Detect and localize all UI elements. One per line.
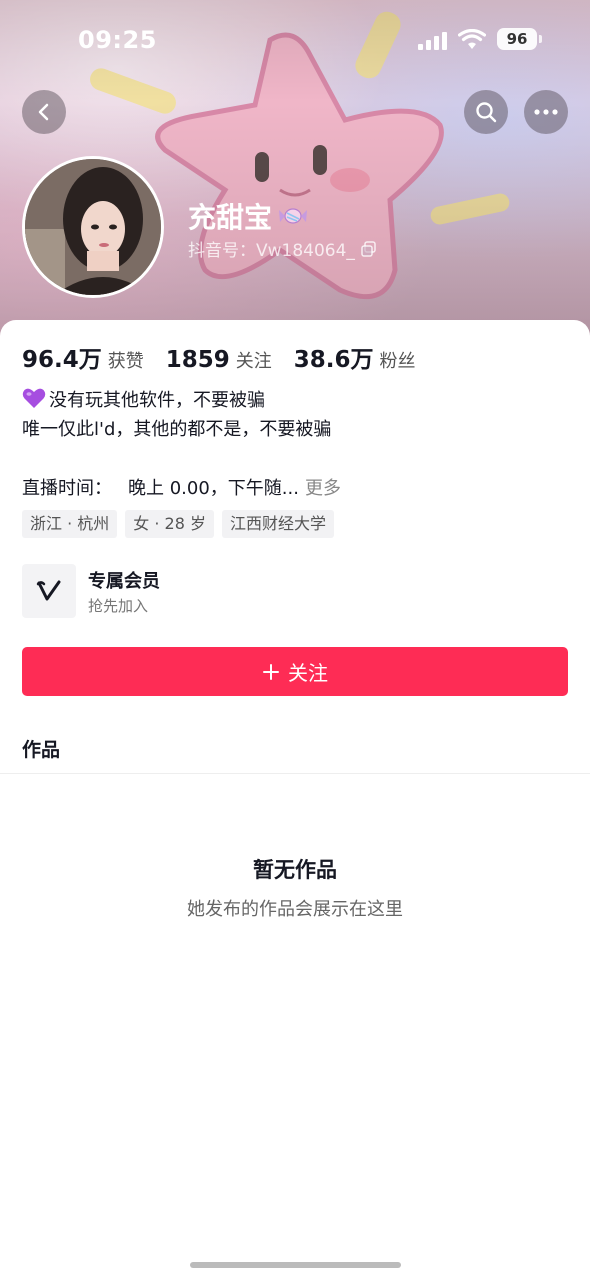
cellular-signal-icon: [418, 32, 447, 50]
profile-card: 96.4万 获赞 1859 关注 38.6万 粉丝 没有玩其他软件，不要被骗 唯…: [0, 320, 590, 1280]
status-time: 09:25: [78, 26, 157, 54]
profile-bio: 没有玩其他软件，不要被骗 唯一仅此l'd，其他的都不是，不要被骗: [22, 386, 331, 444]
more-options-button[interactable]: [524, 90, 568, 134]
exclusive-member-entry[interactable]: 专属会员 抢先加入: [22, 564, 562, 620]
follow-button[interactable]: 关注: [22, 647, 568, 696]
member-title: 专属会员: [88, 571, 160, 592]
chevron-left-icon: [38, 103, 49, 121]
search-button[interactable]: [464, 90, 508, 134]
member-v-icon: [22, 564, 76, 618]
status-bar: 09:25 96: [0, 22, 590, 58]
profile-name-text: 充甜宝: [188, 201, 273, 234]
profile-name: 充甜宝: [188, 196, 308, 236]
stat-value: 96.4万: [22, 347, 102, 373]
stat-following[interactable]: 1859 关注: [166, 347, 272, 373]
stat-followers[interactable]: 38.6万 粉丝: [294, 340, 416, 374]
live-schedule-value: 晚上 0.00，下午随...: [128, 478, 299, 499]
avatar-image: [25, 159, 161, 295]
expand-more-link[interactable]: 更多: [305, 478, 341, 499]
empty-state-title: 暂无作品: [253, 858, 337, 882]
bio-line-2: 唯一仅此l'd，其他的都不是，不要被骗: [22, 419, 332, 440]
stat-label: 关注: [235, 351, 272, 372]
more-dots-icon: [534, 109, 558, 115]
profile-tags: 浙江 · 杭州 女 · 28 岁 江西财经大学: [22, 510, 334, 538]
empty-state-subtitle: 她发布的作品会展示在这里: [187, 899, 403, 920]
live-schedule-label: 直播时间：: [22, 478, 112, 499]
avatar[interactable]: [22, 156, 164, 298]
wifi-icon: [458, 29, 486, 49]
home-indicator[interactable]: [190, 1262, 401, 1268]
follow-button-label: 关注: [288, 661, 328, 685]
divider: [0, 773, 590, 774]
back-button[interactable]: [22, 90, 66, 134]
tab-works[interactable]: 作品: [22, 735, 60, 762]
stat-value: 1859: [165, 347, 230, 373]
search-icon: [476, 102, 497, 123]
stat-label: 粉丝: [379, 351, 416, 372]
douyin-id-text: 抖音号：Vw184064_: [188, 241, 355, 261]
stat-label: 获赞: [107, 351, 144, 372]
copy-icon[interactable]: [361, 240, 377, 257]
bio-line-1: 没有玩其他软件，不要被骗: [49, 390, 265, 411]
tag-school[interactable]: 江西财经大学: [221, 510, 334, 538]
tag-gender-age: 女 · 28 岁: [125, 510, 214, 538]
douyin-id: 抖音号：Vw184064_: [188, 236, 377, 261]
member-subtitle: 抢先加入: [88, 597, 149, 615]
stat-value: 38.6万: [293, 347, 374, 373]
bio-line: 没有玩其他软件，不要被骗: [22, 386, 331, 415]
profile-stats: 96.4万 获赞 1859 关注 38.6万 粉丝: [22, 340, 438, 374]
battery-indicator: 96: [497, 28, 542, 50]
plus-icon: [263, 663, 279, 680]
purple-heart-icon: [22, 388, 46, 408]
tag-location: 浙江 · 杭州: [22, 510, 118, 538]
live-schedule[interactable]: 直播时间： 晚上 0.00，下午随... 更多: [22, 474, 341, 500]
candy-icon: [279, 208, 308, 224]
stat-likes[interactable]: 96.4万 获赞: [22, 340, 144, 374]
